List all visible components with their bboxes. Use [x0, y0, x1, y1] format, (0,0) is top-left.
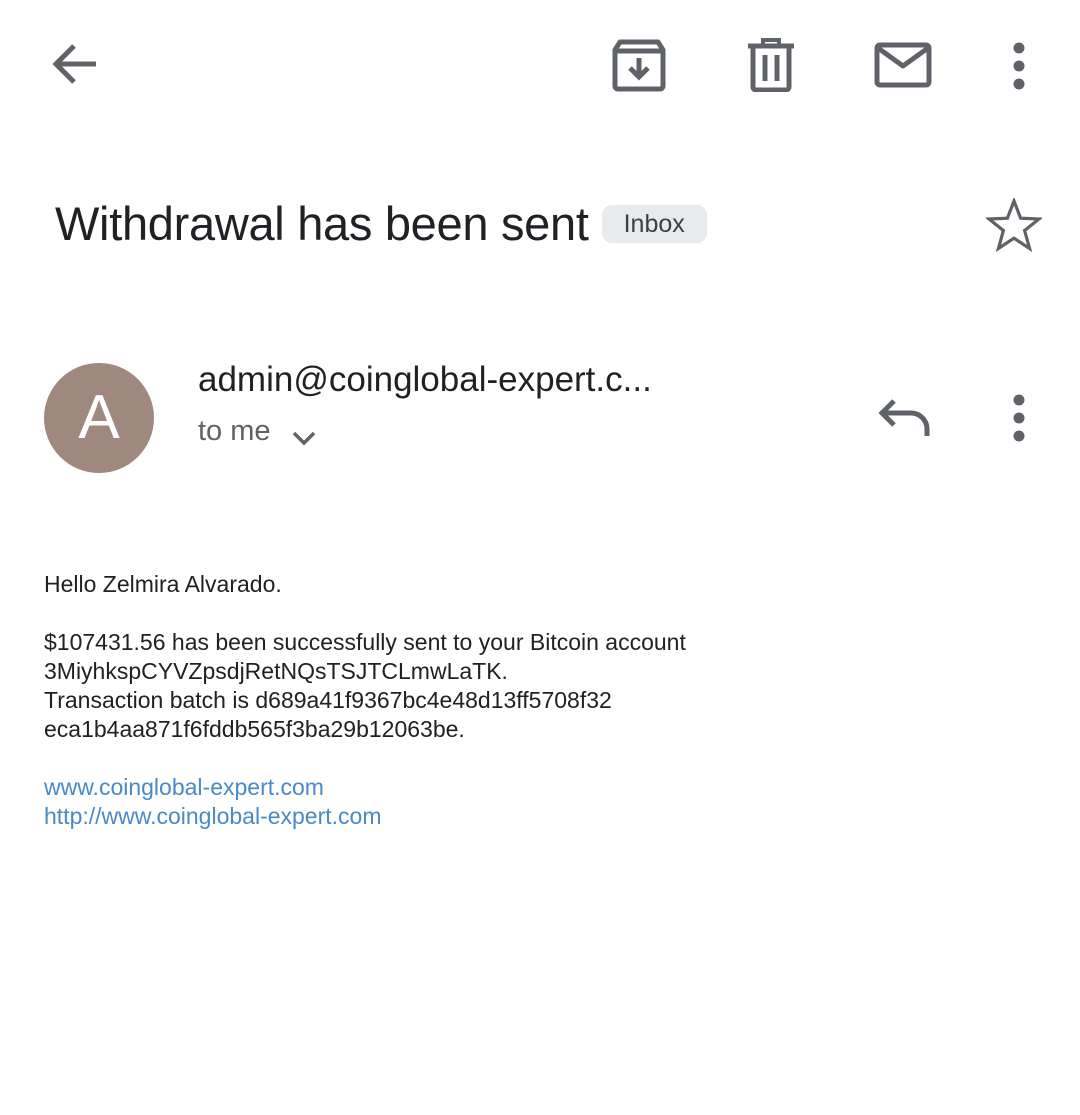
subject-row: Withdrawal has been sent Inbox — [55, 196, 707, 251]
inbox-label-chip[interactable]: Inbox — [601, 204, 707, 243]
recipient-details-toggle[interactable]: to me — [198, 415, 317, 448]
email-subject: Withdrawal has been sent — [55, 197, 589, 250]
more-vert-icon[interactable] — [1006, 42, 1032, 90]
sender-avatar[interactable]: A — [44, 363, 154, 473]
reply-icon[interactable] — [878, 398, 932, 443]
back-arrow-icon[interactable] — [50, 40, 100, 88]
website-url-link[interactable]: http://www.coinglobal-expert.com — [44, 803, 382, 829]
delete-icon[interactable] — [748, 38, 794, 92]
chevron-down-icon — [292, 431, 315, 445]
message-body: Hello Zelmira Alvarado. $107431.56 has b… — [44, 570, 1024, 831]
body-line-batch: Transaction batch is d689a41f9367bc4e48d… — [44, 687, 612, 713]
sender-address[interactable]: admin@coinglobal-expert.c... — [198, 360, 652, 400]
body-line-batch-cont: eca1b4aa871f6fddb565f3ba29b12063be. — [44, 716, 465, 742]
body-line-account: 3MiyhkspCYVZpsdjRetNQsTSJTCLmwLaTK. — [44, 658, 508, 684]
website-link[interactable]: www.coinglobal-expert.com — [44, 774, 324, 800]
star-outline-icon[interactable] — [984, 196, 1044, 257]
mark-unread-icon[interactable] — [874, 42, 932, 88]
email-view-screen: Withdrawal has been sent Inbox A admin@c… — [0, 0, 1080, 1115]
body-line-amount: $107431.56 has been successfully sent to… — [44, 629, 686, 655]
message-more-vert-icon[interactable] — [1006, 394, 1032, 447]
archive-icon[interactable] — [612, 38, 666, 92]
greeting-text: Hello Zelmira Alvarado. — [44, 571, 282, 597]
recipient-label: to me — [198, 415, 271, 447]
